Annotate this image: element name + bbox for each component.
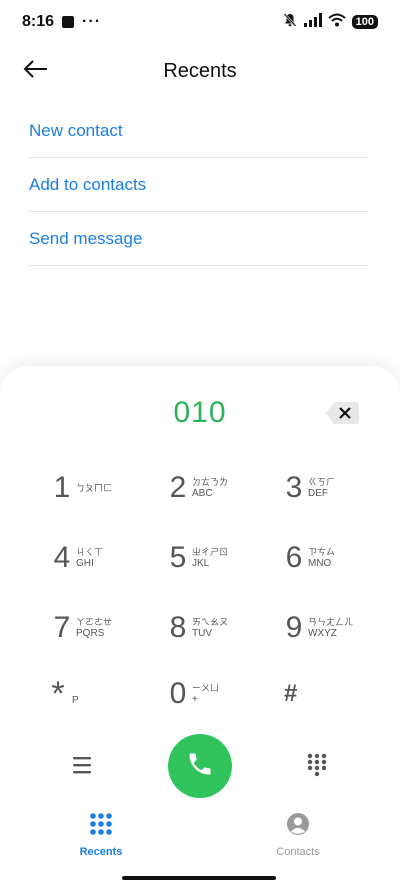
home-indicator[interactable] [122, 876, 276, 880]
key-digit: 9 [285, 611, 303, 644]
new-contact-action[interactable]: New contact [29, 104, 369, 158]
key-digit: 5 [169, 541, 187, 574]
nav-contacts-tab[interactable]: Contacts [253, 812, 343, 858]
key-digit: 2 [169, 471, 187, 504]
status-right: 100 [282, 12, 378, 33]
key-7[interactable]: 7 ㄚㄛㄜㄝ PQRS [52, 600, 162, 656]
key-letters: P [72, 695, 79, 706]
wifi-icon [327, 13, 346, 32]
key-letters: + [192, 694, 198, 705]
key-digit: 3 [285, 471, 303, 504]
signal-icon [303, 12, 322, 32]
key-bopomofo: ㄧㄨㄩ [192, 683, 220, 693]
key-sub: ㄉㄊㄋㄌ ABC [192, 476, 228, 500]
key-letters: JKL [192, 558, 210, 569]
key-digit: 0 [169, 677, 187, 710]
more-notifications-icon: ··· [82, 13, 102, 30]
dialer-panel: 010 1 ㄅㄆㄇㄈ 2 ㄉㄊㄋㄌ ABC 3 ㄍㄎㄏ DEF 4 ㄐㄑㄒ GH… [0, 366, 400, 888]
backspace-icon [325, 402, 361, 431]
key-letters: DEF [308, 488, 328, 499]
call-button[interactable] [168, 734, 232, 798]
key-hash[interactable]: # [284, 666, 394, 722]
key-8[interactable]: 8 ㄞㄟㄠㄡ TUV [168, 600, 278, 656]
key-letters: MNO [308, 558, 332, 569]
action-list: New contact Add to contacts Send message [29, 104, 369, 266]
key-digit: 7 [53, 611, 71, 644]
key-bopomofo: ㄞㄟㄠㄡ [192, 617, 229, 627]
nav-contacts-label: Contacts [276, 846, 320, 858]
key-4[interactable]: 4 ㄐㄑㄒ GHI [52, 530, 162, 586]
key-0[interactable]: 0 ㄧㄨㄩ + [168, 666, 278, 722]
key-digit: 1 [53, 471, 71, 504]
key-letters: TUV [192, 628, 212, 639]
key-3[interactable]: 3 ㄍㄎㄏ DEF [284, 460, 394, 516]
person-icon [286, 812, 310, 841]
dialpad-grid-icon [89, 812, 113, 841]
key-digit: 8 [169, 611, 187, 644]
key-bopomofo: ㄓㄔㄕㄖ [192, 547, 229, 557]
status-left: 8:16 ··· [22, 13, 101, 31]
key-sub: P [72, 695, 79, 707]
key-1[interactable]: 1 ㄅㄆㄇㄈ [52, 460, 162, 516]
key-letters: PQRS [76, 628, 105, 639]
backspace-button[interactable] [325, 399, 361, 427]
status-time: 8:16 [22, 13, 55, 30]
add-to-contacts-action[interactable]: Add to contacts [29, 158, 369, 212]
key-sub: ㄅㄆㄇㄈ [76, 482, 112, 494]
key-sub: ㄢㄣㄤㄥㄦ WXYZ [308, 616, 353, 640]
dialpad-icon [304, 753, 330, 782]
key-letters: WXYZ [308, 628, 337, 639]
key-sub: ㄚㄛㄜㄝ PQRS [76, 616, 112, 640]
key-sub: ㄗㄘㄙ MNO [308, 546, 335, 570]
key-2[interactable]: 2 ㄉㄊㄋㄌ ABC [168, 460, 278, 516]
notification-square-icon [62, 16, 75, 28]
key-digit: 4 [53, 541, 71, 574]
dialpad-toggle-button[interactable] [304, 752, 330, 778]
key-letters: ABC [192, 488, 213, 499]
key-star[interactable]: * P [48, 666, 158, 722]
key-bopomofo: ㄐㄑㄒ [76, 547, 104, 557]
key-5[interactable]: 5 ㄓㄔㄕㄖ JKL [168, 530, 278, 586]
key-bopomofo: ㄅㄆㄇㄈ [76, 483, 113, 493]
menu-button[interactable] [70, 754, 96, 776]
key-digit: # [284, 680, 298, 707]
bottom-nav: Recents Contacts [0, 812, 400, 862]
key-letters: GHI [76, 558, 94, 569]
key-9[interactable]: 9 ㄢㄣㄤㄥㄦ WXYZ [284, 600, 394, 656]
battery-indicator: 100 [351, 15, 378, 29]
send-message-action[interactable]: Send message [29, 212, 369, 266]
key-sub: ㄞㄟㄠㄡ TUV [192, 616, 228, 640]
bell-off-icon [282, 12, 298, 33]
menu-icon [70, 757, 96, 780]
nav-recents-tab[interactable]: Recents [56, 812, 146, 858]
key-6[interactable]: 6 ㄗㄘㄙ MNO [284, 530, 394, 586]
nav-recents-label: Recents [79, 846, 123, 858]
page-title: Recents [163, 60, 237, 82]
key-bopomofo: ㄢㄣㄤㄥㄦ [308, 617, 354, 627]
key-digit: 6 [285, 541, 303, 574]
key-sub: ㄍㄎㄏ DEF [308, 476, 335, 500]
key-bopomofo: ㄗㄘㄙ [308, 547, 336, 557]
key-bopomofo: ㄍㄎㄏ [308, 477, 336, 487]
key-bopomofo: ㄉㄊㄋㄌ [192, 477, 229, 487]
header: Recents [0, 50, 400, 94]
status-bar: 8:16 ··· 100 [0, 0, 400, 44]
phone-icon [186, 750, 214, 783]
key-sub: ㄐㄑㄒ GHI [76, 546, 103, 570]
key-digit: * [51, 675, 65, 713]
key-sub: ㄧㄨㄩ + [192, 682, 219, 706]
key-sub: ㄓㄔㄕㄖ JKL [192, 546, 228, 570]
key-bopomofo: ㄚㄛㄜㄝ [76, 617, 113, 627]
